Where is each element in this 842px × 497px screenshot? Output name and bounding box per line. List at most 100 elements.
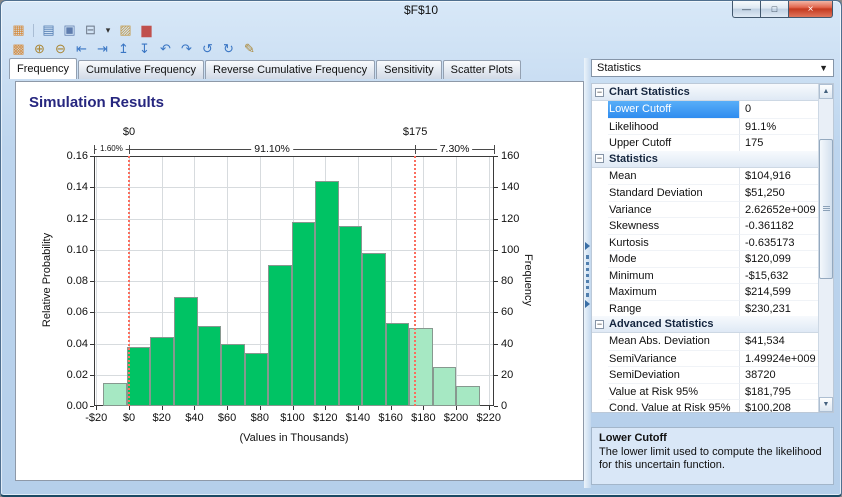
collapse-icon[interactable]: −	[595, 88, 604, 97]
stat-row[interactable]: Mode$120,099	[592, 250, 818, 267]
statistics-view-select[interactable]: Statistics ▼	[591, 59, 834, 77]
stat-row[interactable]: Lower Cutoff0	[592, 101, 818, 118]
stat-row[interactable]: Cond. Value at Risk 95%$100,208	[592, 399, 818, 412]
scroll-down-icon[interactable]: ▼	[819, 397, 833, 412]
row-gutter	[592, 250, 608, 267]
section-header[interactable]: −Advanced Statistics	[592, 316, 818, 333]
stat-value: 1.49924e+009	[739, 350, 818, 367]
x-tick	[489, 406, 490, 410]
y-tick	[90, 281, 94, 282]
y-tick	[494, 250, 498, 251]
x-tick	[129, 406, 130, 410]
shrink-vertical-icon[interactable]: ↧	[135, 40, 154, 57]
bracket-tick	[129, 145, 130, 154]
section-title: Statistics	[609, 153, 658, 165]
stat-label: Variance	[608, 201, 739, 218]
grow-horizontal-icon[interactable]: ⇥	[93, 40, 112, 57]
rotate-cw-icon[interactable]: ↻	[219, 40, 238, 57]
histogram-bar	[103, 383, 127, 406]
x-tick	[96, 406, 97, 410]
title-bar[interactable]: $F$10 —□×	[1, 1, 841, 21]
stat-row[interactable]: Kurtosis-0.635173	[592, 234, 818, 251]
collapse-icon[interactable]: −	[595, 320, 604, 329]
tab-sensitivity[interactable]: Sensitivity	[376, 60, 442, 79]
stat-label: Skewness	[608, 217, 739, 234]
zoom-out-icon[interactable]: ⊖	[51, 40, 70, 57]
upper-cutoff-line[interactable]	[414, 156, 416, 406]
histogram-bar	[245, 353, 269, 406]
section-header[interactable]: −Statistics	[592, 151, 818, 168]
stat-row[interactable]: Maximum$214,599	[592, 283, 818, 300]
edit-annotation-icon[interactable]: ✎	[240, 40, 259, 57]
stat-label: Cond. Value at Risk 95%	[608, 399, 739, 412]
stat-row[interactable]: Likelihood91.1%	[592, 118, 818, 135]
y-tick	[494, 406, 498, 407]
lower-cutoff-label[interactable]: $0	[123, 126, 135, 138]
tab-frequency[interactable]: Frequency	[9, 58, 77, 79]
statistics-scrollbar[interactable]: ▲ ▼	[818, 84, 833, 412]
chart-icon[interactable]: ▆	[137, 22, 156, 39]
stat-row[interactable]: Mean Abs. Deviation$41,534	[592, 333, 818, 350]
splitter-expand-icon[interactable]	[585, 300, 590, 308]
stat-value: $214,599	[739, 283, 818, 300]
row-gutter	[592, 333, 608, 350]
tab-cumulative-frequency[interactable]: Cumulative Frequency	[78, 60, 204, 79]
stat-row[interactable]: Standard Deviation$51,250	[592, 184, 818, 201]
upper-cutoff-label[interactable]: $175	[403, 126, 427, 138]
section-header[interactable]: −Chart Statistics	[592, 84, 818, 101]
bracket-tick	[94, 145, 95, 154]
row-gutter	[592, 134, 608, 151]
print-icon[interactable]: ⊟	[81, 22, 100, 39]
stat-row[interactable]: Variance2.62652e+009	[592, 201, 818, 218]
lower-cutoff-line[interactable]	[128, 156, 130, 406]
zoom-in-icon[interactable]: ⊕	[30, 40, 49, 57]
stat-label: Mean	[608, 168, 739, 185]
copy-report-icon[interactable]: ▤	[39, 22, 58, 39]
scrollbar-thumb[interactable]	[819, 139, 833, 279]
y-tick	[494, 312, 498, 313]
maximize-button[interactable]: □	[760, 1, 788, 18]
y-right-axis-title: Frequency	[522, 155, 534, 405]
save-icon[interactable]: ▣	[60, 22, 79, 39]
copy-image-icon[interactable]: ▩	[9, 40, 28, 57]
stat-row[interactable]: SemiDeviation38720	[592, 366, 818, 383]
y-tick	[494, 344, 498, 345]
minimize-button[interactable]: —	[732, 1, 760, 18]
x-tick	[293, 406, 294, 410]
splitter-grip[interactable]	[586, 255, 589, 297]
y-left-tick-label: 0.02	[48, 369, 88, 381]
panel-splitter[interactable]	[584, 58, 591, 488]
stat-row[interactable]: Upper Cutoff175	[592, 134, 818, 151]
paste-icon[interactable]: ▨	[116, 22, 135, 39]
stat-row[interactable]: Mean$104,916	[592, 168, 818, 185]
print-options-arrow-icon[interactable]: ▾	[102, 22, 114, 39]
x-axis-title: (Values in Thousands)	[144, 432, 444, 444]
flip-vertical-icon[interactable]: ↺	[198, 40, 217, 57]
tab-scatter-plots[interactable]: Scatter Plots	[443, 60, 521, 79]
stat-row[interactable]: Value at Risk 95%$181,795	[592, 383, 818, 400]
histogram-bar	[339, 226, 363, 406]
rotate-left-icon[interactable]: ↶	[156, 40, 175, 57]
stat-row[interactable]: Range$230,231	[592, 300, 818, 317]
window-icon[interactable]: ▦	[9, 22, 28, 39]
grow-vertical-icon[interactable]: ↥	[114, 40, 133, 57]
tab-reverse-cumulative-frequency[interactable]: Reverse Cumulative Frequency	[205, 60, 375, 79]
stat-row[interactable]: SemiVariance1.49924e+009	[592, 350, 818, 367]
stat-value: 0	[739, 101, 818, 118]
stat-row[interactable]: Skewness-0.361182	[592, 217, 818, 234]
stat-value: $41,534	[739, 333, 818, 350]
row-gutter	[592, 101, 608, 118]
stat-value: $100,208	[739, 399, 818, 412]
x-tick	[325, 406, 326, 410]
histogram-bar	[362, 253, 386, 406]
x-tick	[358, 406, 359, 410]
scroll-up-icon[interactable]: ▲	[819, 84, 833, 99]
splitter-expand-icon[interactable]	[585, 242, 590, 250]
stat-label: Likelihood	[608, 118, 739, 135]
stat-row[interactable]: Minimum-$15,632	[592, 267, 818, 284]
collapse-icon[interactable]: −	[595, 154, 604, 163]
shrink-horizontal-icon[interactable]: ⇤	[72, 40, 91, 57]
close-button[interactable]: ×	[788, 1, 833, 18]
stat-label: SemiDeviation	[608, 366, 739, 383]
rotate-right-icon[interactable]: ↷	[177, 40, 196, 57]
